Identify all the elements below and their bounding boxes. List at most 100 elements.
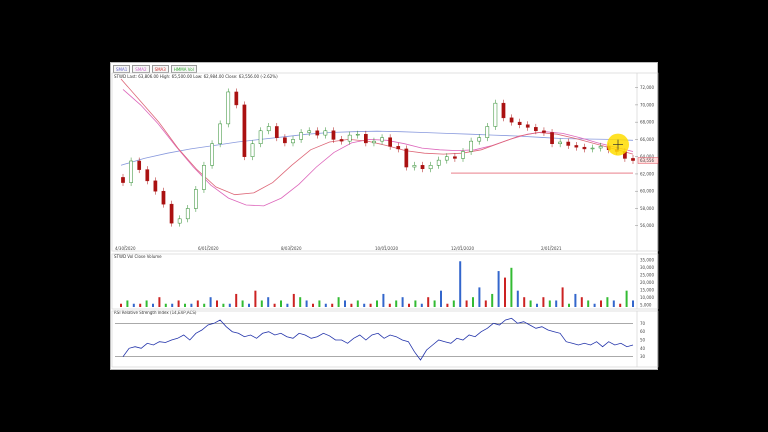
volume-bar-68 <box>555 300 558 307</box>
candle-body-12 <box>218 123 222 144</box>
volume-bar-70 <box>568 303 570 307</box>
chart-window: SMA1 SMA2 SMA3 HMMA Vol STWD Last: 63,806.0… <box>110 62 659 371</box>
rsi-tick-label-2: 50 <box>640 338 646 343</box>
volume-bar-4 <box>145 300 148 307</box>
candle-body-15 <box>242 104 247 157</box>
candle-body-56 <box>574 145 579 148</box>
volume-bar-58 <box>491 293 494 307</box>
last-price-label: 63,556 <box>640 158 654 163</box>
candle-body-10 <box>202 165 206 190</box>
volume-bar-32 <box>324 303 327 307</box>
volume-bar-73 <box>587 300 590 307</box>
candle-body-16 <box>250 143 255 157</box>
volume-bar-7 <box>164 303 167 307</box>
candle-body-19 <box>274 126 279 138</box>
candle-body-3 <box>145 169 150 182</box>
candle-body-13 <box>226 91 231 125</box>
volume-bar-57 <box>484 300 487 307</box>
volume-bar-1 <box>126 300 129 307</box>
candle-body-52 <box>542 130 546 133</box>
volume-bar-43 <box>395 300 398 307</box>
volume-bar-71 <box>574 293 577 307</box>
volume-bar-26 <box>286 303 289 307</box>
candle-body-20 <box>283 137 287 144</box>
sma-long-line <box>120 130 634 166</box>
pane-border-0 <box>111 72 659 252</box>
volume-bar-28 <box>299 297 302 307</box>
candle-body-29 <box>355 133 360 136</box>
volume-bar-6 <box>158 297 161 307</box>
volume-bar-8 <box>171 303 174 307</box>
volume-bar-35 <box>344 300 346 307</box>
volume-bar-54 <box>465 300 468 307</box>
candle-body-58 <box>590 147 595 150</box>
candle-body-36 <box>412 165 417 168</box>
candle-body-48 <box>509 117 514 123</box>
candle-body-25 <box>323 130 328 136</box>
volume-bar-31 <box>318 300 321 307</box>
candle-body-41 <box>453 156 457 159</box>
candle-body-21 <box>291 139 295 144</box>
date-tick-label-2: 8/03/2020 <box>281 246 302 251</box>
candle-body-5 <box>161 190 166 205</box>
volume-bar-80 <box>632 300 634 307</box>
price-tick-label-6: 60,000 <box>640 189 654 194</box>
candle-body-34 <box>396 146 401 150</box>
candle-body-43 <box>469 140 473 152</box>
candle-body-32 <box>380 137 384 142</box>
candle-body-17 <box>258 130 263 144</box>
volume-bar-40 <box>376 300 378 307</box>
volume-bar-27 <box>292 293 295 307</box>
volume-bar-2 <box>132 303 135 307</box>
volume-bar-12 <box>196 300 199 307</box>
candle-body-53 <box>550 132 554 144</box>
volume-bar-53 <box>459 261 462 307</box>
price-tick-label-3: 66,000 <box>640 137 654 142</box>
volume-bar-25 <box>280 300 282 307</box>
candle-body-2 <box>137 160 142 170</box>
volume-bar-18 <box>235 293 238 307</box>
volume-bar-3 <box>139 303 142 307</box>
candle-body-50 <box>525 124 530 128</box>
price-tick-label-0: 72,000 <box>640 85 654 90</box>
volume-bar-13 <box>203 303 206 307</box>
volume-bar-64 <box>529 300 532 307</box>
candle-body-42 <box>461 151 465 159</box>
volume-bar-75 <box>600 300 602 307</box>
candle-body-45 <box>485 126 490 138</box>
volume-bar-37 <box>356 300 359 307</box>
stock-chart[interactable]: 72,00070,00068,00066,00064,00062,00060,0… <box>111 63 659 371</box>
volume-bar-39 <box>369 303 372 307</box>
volume-bar-38 <box>363 303 366 307</box>
volume-bar-78 <box>619 303 622 307</box>
volume-bar-55 <box>472 297 474 307</box>
pane-border-2 <box>111 310 659 368</box>
volume-tick-label-1: 30,000 <box>640 265 654 270</box>
candle-body-4 <box>153 180 158 192</box>
candle-body-40 <box>444 156 449 161</box>
volume-bar-45 <box>408 303 410 307</box>
volume-bar-16 <box>222 303 225 307</box>
rsi-tick-label-1: 60 <box>640 329 646 334</box>
rsi-tick-label-3: 40 <box>640 346 646 351</box>
candle-body-18 <box>266 126 271 132</box>
volume-bar-72 <box>580 297 583 307</box>
volume-tick-label-3: 20,000 <box>640 280 654 285</box>
candle-body-27 <box>339 139 344 142</box>
volume-bar-41 <box>382 293 385 307</box>
price-tick-label-8: 56,000 <box>640 223 654 228</box>
volume-bar-23 <box>267 297 270 307</box>
volume-bar-30 <box>312 303 314 307</box>
volume-bar-17 <box>228 303 231 307</box>
volume-bar-60 <box>504 277 506 307</box>
candle-body-22 <box>299 132 303 140</box>
volume-bar-61 <box>510 267 513 307</box>
price-tick-label-2: 68,000 <box>640 120 654 125</box>
candle-body-6 <box>169 203 174 224</box>
volume-bar-15 <box>216 300 218 307</box>
price-tick-label-5: 62,000 <box>640 171 654 176</box>
candle-body-44 <box>477 137 482 142</box>
volume-tick-label-2: 25,000 <box>640 273 654 278</box>
candle-body-33 <box>388 137 392 147</box>
volume-bar-65 <box>536 303 538 307</box>
